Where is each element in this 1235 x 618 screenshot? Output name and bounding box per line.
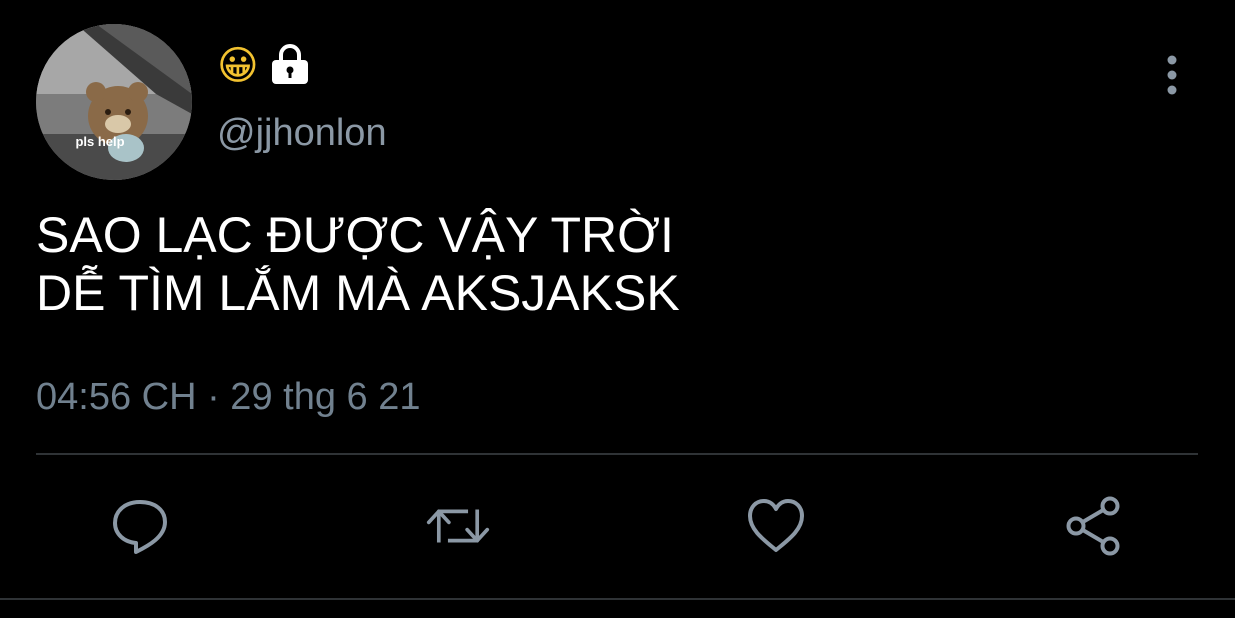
retweet-button[interactable]: [426, 494, 490, 558]
tweet-text-line: DỄ TÌM LẮM MÀ AKSJAKSK: [36, 265, 680, 321]
retweet-icon: [426, 509, 490, 543]
share-icon: [1066, 496, 1120, 556]
comment-bubble-icon: [113, 500, 167, 554]
tweet-text: SAO LẠC ĐƯỢC VẬY TRỜI DỄ TÌM LẮM MÀ AKSJ…: [36, 206, 1186, 322]
display-name[interactable]: 😀: [217, 40, 311, 92]
avatar-photo: [36, 24, 192, 180]
like-button[interactable]: [744, 494, 808, 558]
avatar-caption: pls help: [75, 134, 125, 149]
divider: [0, 598, 1235, 600]
tweet-text-line: SAO LẠC ĐƯỢC VẬY TRỜI: [36, 207, 674, 263]
avatar[interactable]: pls help: [36, 24, 192, 180]
share-button[interactable]: [1062, 494, 1126, 558]
user-handle[interactable]: @jjhonlon: [217, 108, 387, 158]
grinning-face-emoji: 😀: [217, 43, 259, 89]
heart-icon: [748, 499, 804, 552]
more-options-icon[interactable]: [1152, 52, 1192, 98]
divider: [36, 453, 1198, 455]
reply-button[interactable]: [108, 494, 172, 558]
tweet-timestamp: 04:56 CH · 29 thg 6 21: [36, 376, 421, 418]
lock-icon: [269, 42, 311, 91]
tweet-detail: pls help 😀 @jjhonlon SAO LẠC ĐƯỢC VẬY TR…: [0, 0, 1235, 618]
